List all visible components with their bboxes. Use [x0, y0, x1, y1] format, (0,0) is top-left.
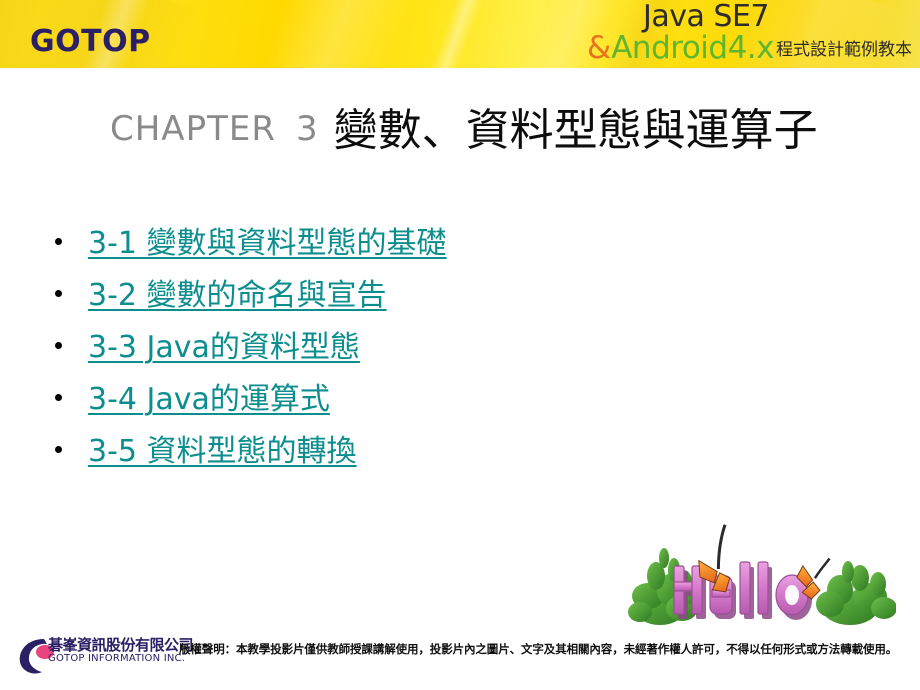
bullet-icon — [55, 342, 62, 349]
bullet-icon — [55, 394, 62, 401]
toc-title: 的運算式 — [209, 382, 330, 417]
toc-title: 變數的命名與宣告 — [146, 278, 387, 313]
hello-decorative-image — [628, 524, 896, 625]
bullet-icon — [55, 290, 62, 297]
header-banner: GOTOP Java SE7 &Android4.x 程式設計範例教本 — [0, 0, 920, 68]
toc-space — [137, 226, 147, 261]
chapter-title-text: 變數、資料型態與運算子 — [333, 105, 818, 156]
footer-bar: 碁峯資訊股份有限公司 GOTOP INFORMATION INC. 版權聲明：本… — [0, 632, 920, 690]
banner-streak — [238, 0, 413, 68]
toc-space — [137, 278, 147, 313]
book-title-block: Java SE7 &Android4.x 程式設計範例教本 — [587, 2, 912, 64]
toc-link-3-5[interactable]: 3-5 資料型態的轉換 — [88, 432, 357, 477]
hello-word — [673, 561, 812, 620]
toc-title: 的資料型態 — [209, 330, 360, 365]
toc-number: 3-5 — [88, 434, 137, 469]
book-title-android: Android4.x — [611, 30, 774, 66]
book-title-android-line: &Android4.x 程式設計範例教本 — [587, 33, 912, 64]
bullet-icon — [55, 238, 62, 245]
chapter-label: CHAPTER — [110, 109, 276, 149]
chapter-number: 3 — [295, 109, 318, 149]
ampersand-symbol: & — [587, 30, 612, 66]
toc-link-3-3[interactable]: 3-3 Java的資料型態 — [88, 328, 360, 373]
toc-link-3-2[interactable]: 3-2 變數的命名與宣告 — [88, 276, 387, 321]
book-subtitle-chinese: 程式設計範例教本 — [776, 40, 912, 60]
toc-space — [137, 434, 147, 469]
toc-title: 資料型態的轉換 — [146, 434, 357, 469]
company-name-english: GOTOP INFORMATION INC. — [48, 653, 186, 664]
toc-title: 變數與資料型態的基礎 — [146, 226, 447, 261]
book-title-java-se7: Java SE7 — [643, 0, 770, 34]
page-title: CHAPTER 3 變數、資料型態與運算子 — [110, 104, 818, 153]
gotop-brand-logo: GOTOP — [30, 24, 151, 59]
company-name-chinese: 碁峯資訊股份有限公司 — [48, 636, 194, 654]
foliage-right — [816, 561, 896, 625]
bullet-icon — [55, 446, 62, 453]
toc-number: 3-2 — [88, 278, 137, 313]
toc-number: 3-3 Java — [88, 330, 210, 365]
toc-number: 3-1 — [88, 226, 137, 261]
toc-link-3-1[interactable]: 3-1 變數與資料型態的基礎 — [88, 224, 447, 269]
copyright-notice: 版權聲明：本教學投影片僅供教師授課講解使用，投影片內之圖片、文字及其相關內容，未… — [179, 642, 898, 656]
banner-streak — [408, 0, 495, 68]
toc-number: 3-4 Java — [88, 382, 210, 417]
toc-link-3-4[interactable]: 3-4 Java的運算式 — [88, 380, 330, 425]
